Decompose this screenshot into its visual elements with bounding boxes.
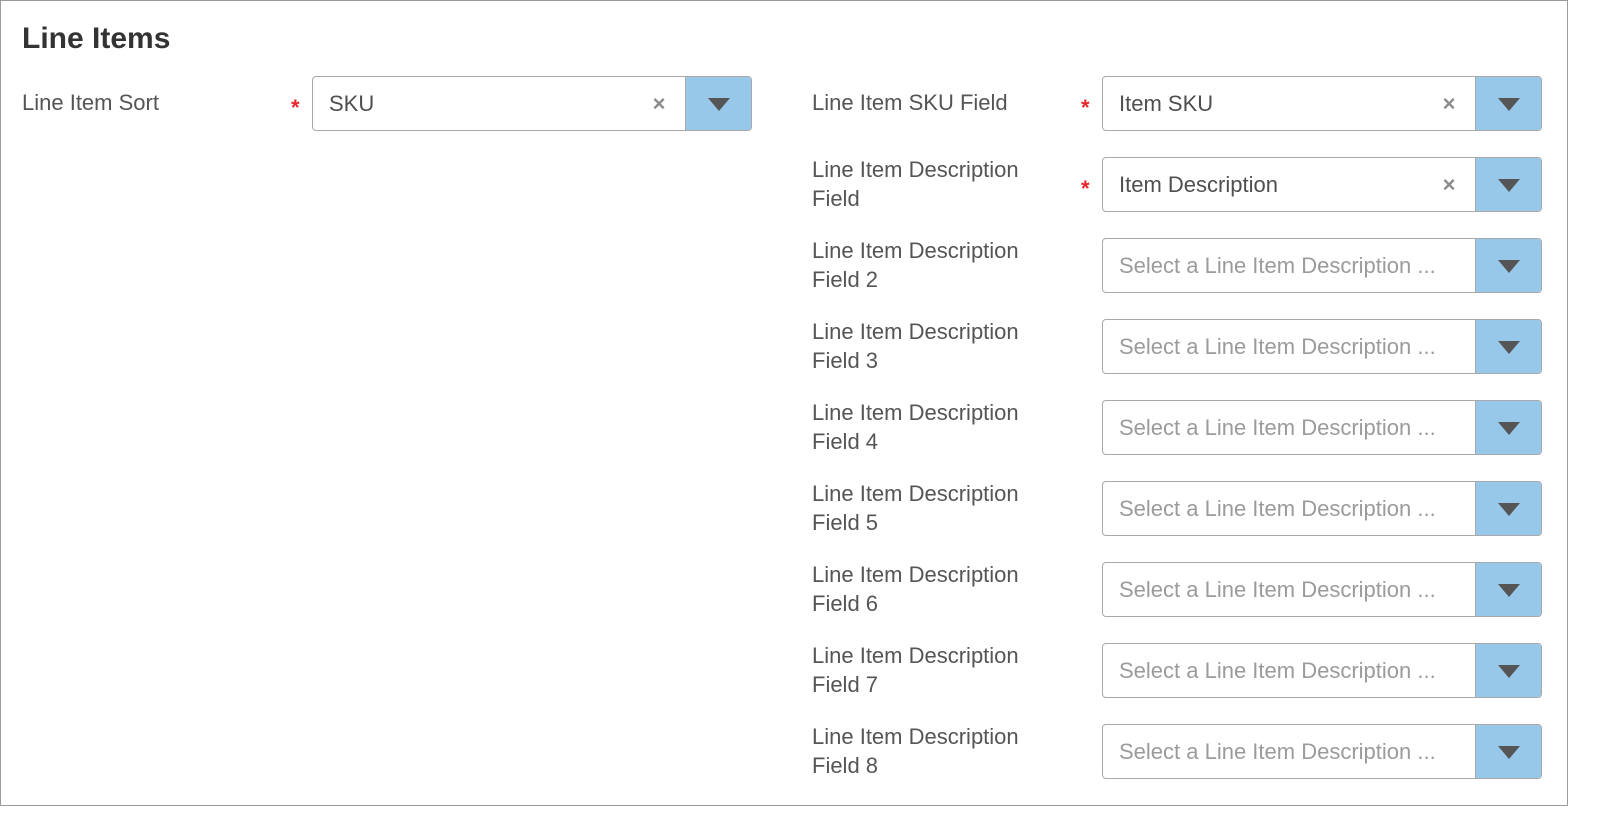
dropdown-toggle-button[interactable] xyxy=(1475,482,1541,535)
required-marker: * xyxy=(1081,95,1090,120)
required-marker: * xyxy=(1081,176,1090,201)
select-placeholder: Select a Line Item Description ... xyxy=(1119,496,1436,521)
label-line-1: Line Item Description xyxy=(812,724,1019,749)
line-item-sort-select[interactable]: SKU × xyxy=(312,76,752,131)
select-value: Item SKU xyxy=(1119,91,1214,116)
line-item-sku-field-select[interactable]: Item SKU × xyxy=(1102,76,1542,131)
select-placeholder: Select a Line Item Description ... xyxy=(1119,658,1436,683)
line-item-description-field-8-select[interactable]: Select a Line Item Description ... xyxy=(1102,724,1542,779)
clear-x-icon[interactable]: × xyxy=(1435,158,1463,211)
select-placeholder: Select a Line Item Description ... xyxy=(1119,739,1436,764)
section-title: Line Items xyxy=(22,22,171,55)
label-line-1: Line Item Description xyxy=(812,238,1019,263)
caret-down-icon xyxy=(1497,583,1520,597)
label-line-2: Field 6 xyxy=(812,591,879,616)
select-placeholder: Select a Line Item Description ... xyxy=(1119,253,1436,278)
label-line-2: Field 7 xyxy=(812,672,879,697)
label-line-2: Field 2 xyxy=(812,267,879,292)
caret-down-icon xyxy=(1497,97,1520,111)
caret-down-icon xyxy=(1497,664,1520,678)
label-line-2: Field 5 xyxy=(812,510,879,535)
select-placeholder: Select a Line Item Description ... xyxy=(1119,577,1436,602)
line-item-description-field-6-select[interactable]: Select a Line Item Description ... xyxy=(1102,562,1542,617)
line-item-description-field-4-select[interactable]: Select a Line Item Description ... xyxy=(1102,400,1542,455)
caret-down-icon xyxy=(1497,421,1520,435)
label-line-1: Line Item Description xyxy=(812,319,1019,344)
line-item-description-field-3-select[interactable]: Select a Line Item Description ... xyxy=(1102,319,1542,374)
label-line-2: Field 3 xyxy=(812,348,879,373)
required-marker: * xyxy=(291,95,300,120)
caret-down-icon xyxy=(1497,178,1520,192)
dropdown-toggle-button[interactable] xyxy=(1475,725,1541,778)
line-item-description-field-8-label: Line Item Description Field 8 xyxy=(812,722,1019,780)
label-line-1: Line Item Description xyxy=(812,400,1019,425)
dropdown-toggle-button[interactable] xyxy=(1475,320,1541,373)
dropdown-toggle-button[interactable] xyxy=(1475,644,1541,697)
select-placeholder: Select a Line Item Description ... xyxy=(1119,334,1436,359)
line-item-description-field-4-label: Line Item Description Field 4 xyxy=(812,398,1019,456)
dropdown-toggle-button[interactable] xyxy=(1475,563,1541,616)
label-line-1: Line Item Description xyxy=(812,157,1019,182)
caret-down-icon xyxy=(707,97,730,111)
select-value: SKU xyxy=(329,91,375,116)
dropdown-toggle-button[interactable] xyxy=(1475,239,1541,292)
line-item-description-field-7-label: Line Item Description Field 7 xyxy=(812,641,1019,699)
label-line-1: Line Item Description xyxy=(812,481,1019,506)
line-item-description-field-2-label: Line Item Description Field 2 xyxy=(812,236,1019,294)
line-item-sku-field-label: Line Item SKU Field xyxy=(812,90,1008,115)
dropdown-toggle-button[interactable] xyxy=(1475,77,1541,130)
caret-down-icon xyxy=(1497,745,1520,759)
caret-down-icon xyxy=(1497,259,1520,273)
caret-down-icon xyxy=(1497,502,1520,516)
dropdown-toggle-button[interactable] xyxy=(1475,401,1541,454)
line-item-description-field-5-select[interactable]: Select a Line Item Description ... xyxy=(1102,481,1542,536)
label-line-2: Field 4 xyxy=(812,429,879,454)
line-item-description-field-label: Line Item Description Field xyxy=(812,155,1019,213)
line-item-sort-label: Line Item Sort xyxy=(22,90,159,115)
line-item-description-field-2-select[interactable]: Select a Line Item Description ... xyxy=(1102,238,1542,293)
label-line-1: Line Item Description xyxy=(812,562,1019,587)
dropdown-toggle-button[interactable] xyxy=(1475,158,1541,211)
label-line-2: Field 8 xyxy=(812,753,879,778)
clear-x-icon[interactable]: × xyxy=(1435,77,1463,130)
line-item-description-field-select[interactable]: Item Description × xyxy=(1102,157,1542,212)
label-line-2: Field xyxy=(812,186,860,211)
select-placeholder: Select a Line Item Description ... xyxy=(1119,415,1436,440)
dropdown-toggle-button[interactable] xyxy=(685,77,751,130)
line-items-panel: Line Items Line Item Sort * SKU × Line I… xyxy=(0,0,1568,806)
clear-x-icon[interactable]: × xyxy=(645,77,673,130)
line-item-description-field-6-label: Line Item Description Field 6 xyxy=(812,560,1019,618)
line-item-description-field-5-label: Line Item Description Field 5 xyxy=(812,479,1019,537)
line-item-description-field-7-select[interactable]: Select a Line Item Description ... xyxy=(1102,643,1542,698)
caret-down-icon xyxy=(1497,340,1520,354)
line-item-description-field-3-label: Line Item Description Field 3 xyxy=(812,317,1019,375)
select-value: Item Description xyxy=(1119,172,1278,197)
label-line-1: Line Item Description xyxy=(812,643,1019,668)
